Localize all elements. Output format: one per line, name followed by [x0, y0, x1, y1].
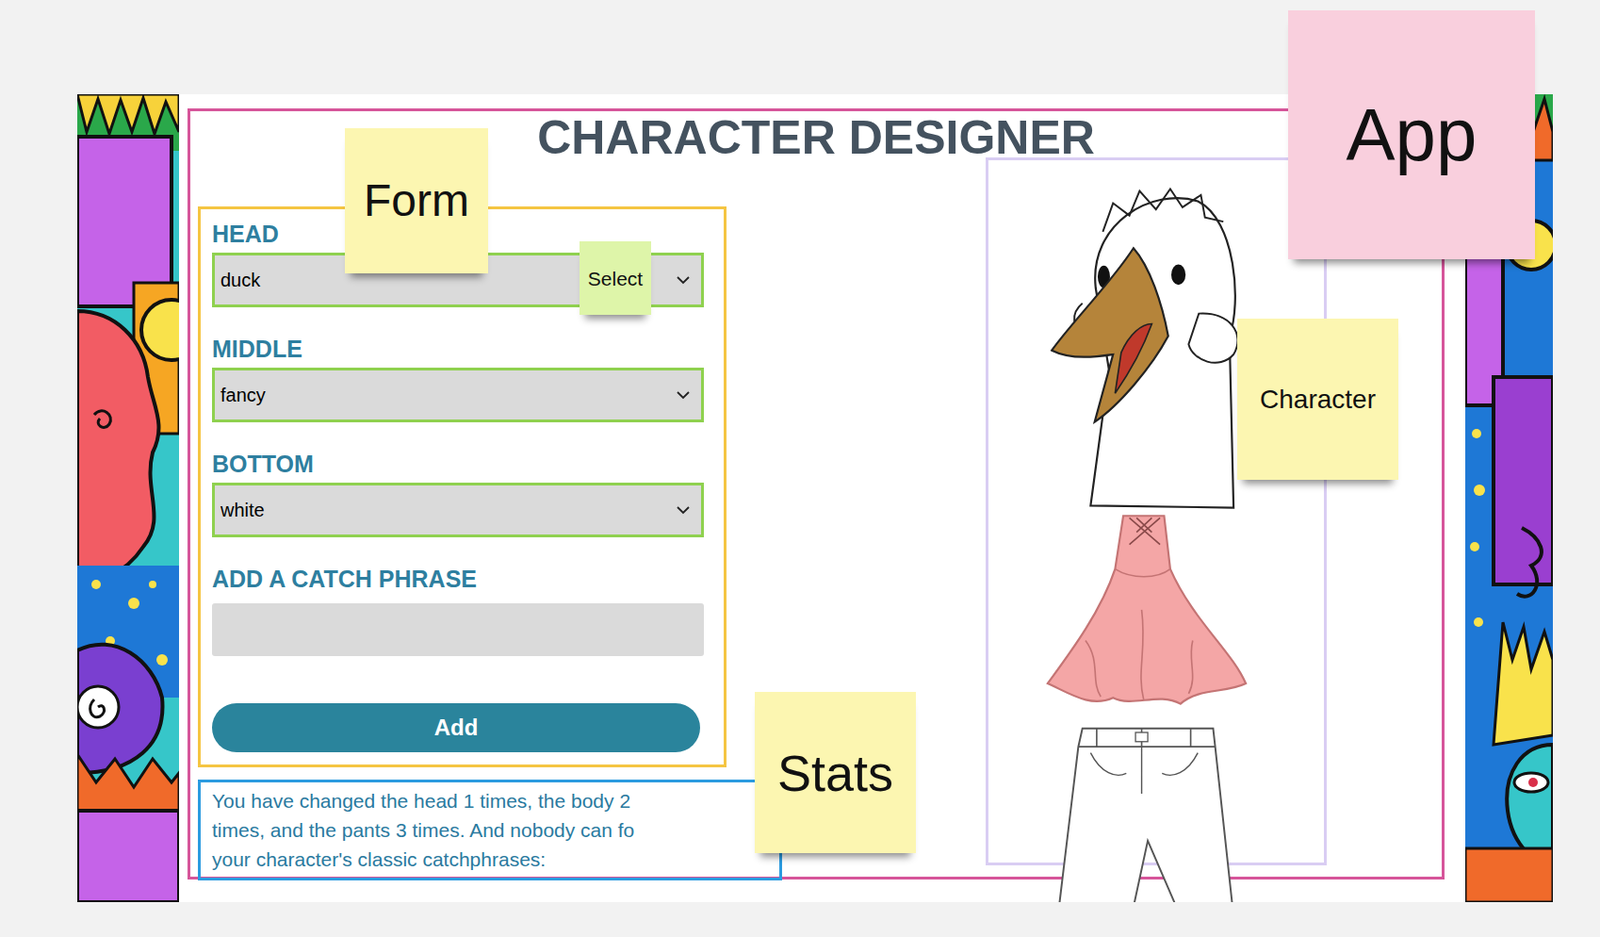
select[interactable]: fancy	[212, 367, 704, 423]
select-value: duck	[220, 265, 261, 294]
form-field: ADD A CATCH PHRASE	[212, 565, 724, 656]
character-drawing-icon	[988, 160, 1330, 902]
stats-line: You have changed the head 1 times, the b…	[212, 785, 768, 816]
sticky-note-label: Character	[1259, 386, 1376, 413]
sticky-note-label: Form	[363, 178, 470, 224]
sticky-note: Form	[344, 128, 489, 274]
add-button[interactable]: Add	[212, 702, 701, 752]
stats-line: your character's classic catchphrases:	[212, 844, 768, 874]
stats-line: times, and the pants 3 times. And nobody…	[212, 815, 768, 845]
text-input[interactable]	[212, 603, 704, 656]
chevron-down-icon	[676, 506, 690, 515]
field-label: ADD A CATCH PHRASE	[212, 565, 724, 592]
stats: You have changed the head 1 times, the b…	[197, 779, 783, 881]
page: CHARACTER DESIGNERHEADduckMIDDLEfancyBOT…	[0, 0, 1600, 937]
sticky-note: Character	[1237, 318, 1399, 480]
sticky-note-label: Select	[587, 268, 643, 289]
form-field: BOTTOM white	[212, 450, 724, 538]
select-value: fancy	[220, 380, 266, 409]
sticky-note-label: App	[1346, 97, 1478, 172]
form-field: MIDDLE fancy	[212, 335, 724, 423]
chevron-down-icon	[676, 391, 690, 400]
character-panel	[985, 157, 1327, 866]
chevron-down-icon	[676, 276, 690, 285]
decorative-art-icon	[77, 94, 180, 902]
field-label: MIDDLE	[212, 335, 724, 362]
sticky-note: Stats	[754, 691, 916, 853]
select-value: white	[220, 495, 265, 524]
sticky-note: App	[1288, 10, 1535, 260]
select[interactable]: white	[212, 482, 704, 538]
sticky-note: Select	[579, 241, 652, 315]
sticky-note-label: Stats	[777, 747, 894, 799]
field-label: BOTTOM	[212, 450, 724, 477]
